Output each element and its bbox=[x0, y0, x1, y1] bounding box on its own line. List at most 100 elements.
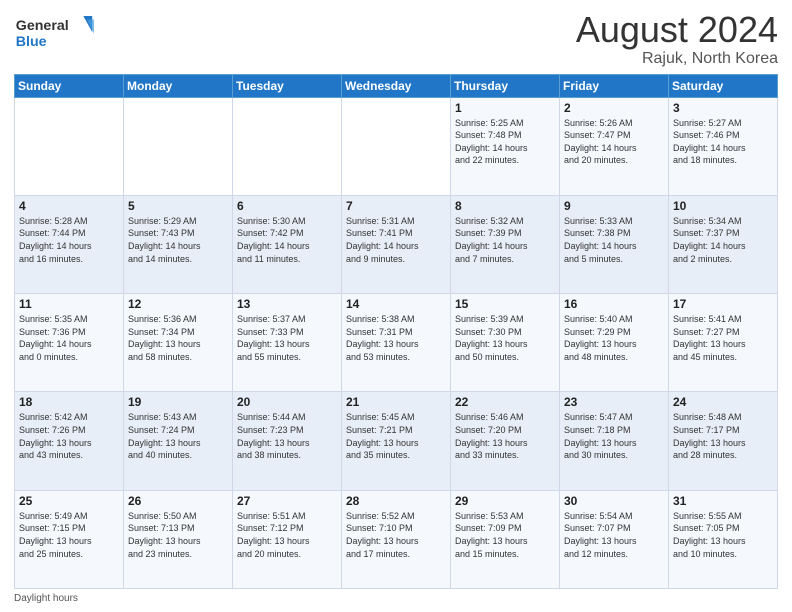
day-info: Sunrise: 5:32 AM Sunset: 7:39 PM Dayligh… bbox=[455, 215, 555, 265]
calendar-cell: 30 Sunrise: 5:54 AM Sunset: 7:07 PM Dayli… bbox=[560, 490, 669, 588]
day-number: 7 bbox=[346, 199, 446, 213]
calendar-header-tuesday: Tuesday bbox=[233, 74, 342, 97]
calendar-cell bbox=[124, 97, 233, 195]
calendar-cell: 16Sunrise: 5:40 AM Sunset: 7:29 PM Dayli… bbox=[560, 294, 669, 392]
day-info: Sunrise: 5:31 AM Sunset: 7:41 PM Dayligh… bbox=[346, 215, 446, 265]
sub-title: Rajuk, North Korea bbox=[576, 50, 778, 68]
day-number: 29 bbox=[455, 494, 555, 508]
calendar-cell bbox=[233, 97, 342, 195]
calendar-cell: 19Sunrise: 5:43 AM Sunset: 7:24 PM Dayli… bbox=[124, 392, 233, 490]
svg-text:General: General bbox=[16, 18, 69, 34]
calendar-week-5: 25 Sunrise: 5:49 AM Sunset: 7:15 PM Dayli… bbox=[15, 490, 778, 588]
day-number: 6 bbox=[237, 199, 337, 213]
calendar-header-saturday: Saturday bbox=[669, 74, 778, 97]
day-number: 18 bbox=[19, 395, 119, 409]
day-number: 31 bbox=[673, 494, 773, 508]
calendar-cell: 21 Sunrise: 5:45 AM Sunset: 7:21 PM Dayli… bbox=[342, 392, 451, 490]
day-info: Sunrise: 5:53 AM Sunset: 7:09 PM Dayligh… bbox=[455, 510, 555, 560]
day-number: 9 bbox=[564, 199, 664, 213]
day-info: Sunrise: 5:36 AM Sunset: 7:34 PM Dayligh… bbox=[128, 313, 228, 363]
day-number: 17 bbox=[673, 297, 773, 311]
calendar-cell: 18 Sunrise: 5:42 AM Sunset: 7:26 PM Dayli… bbox=[15, 392, 124, 490]
calendar-cell: 8 Sunrise: 5:32 AM Sunset: 7:39 PM Daylig… bbox=[451, 195, 560, 293]
day-number: 13 bbox=[237, 297, 337, 311]
calendar-cell: 14 Sunrise: 5:38 AM Sunset: 7:31 PM Dayli… bbox=[342, 294, 451, 392]
day-number: 4 bbox=[19, 199, 119, 213]
day-info: Sunrise: 5:35 AM Sunset: 7:36 PM Dayligh… bbox=[19, 313, 119, 363]
day-number: 21 bbox=[346, 395, 446, 409]
day-number: 5 bbox=[128, 199, 228, 213]
calendar-header-sunday: Sunday bbox=[15, 74, 124, 97]
calendar-cell: 13Sunrise: 5:37 AM Sunset: 7:33 PM Dayli… bbox=[233, 294, 342, 392]
calendar-cell: 3Sunrise: 5:27 AM Sunset: 7:46 PM Daylig… bbox=[669, 97, 778, 195]
calendar-header-monday: Monday bbox=[124, 74, 233, 97]
day-info: Sunrise: 5:26 AM Sunset: 7:47 PM Dayligh… bbox=[564, 117, 664, 167]
calendar-cell: 24 Sunrise: 5:48 AM Sunset: 7:17 PM Dayli… bbox=[669, 392, 778, 490]
day-number: 19 bbox=[128, 395, 228, 409]
svg-text:Blue: Blue bbox=[16, 34, 47, 50]
day-info: Sunrise: 5:28 AM Sunset: 7:44 PM Dayligh… bbox=[19, 215, 119, 265]
day-info: Sunrise: 5:52 AM Sunset: 7:10 PM Dayligh… bbox=[346, 510, 446, 560]
calendar-cell: 15 Sunrise: 5:39 AM Sunset: 7:30 PM Dayli… bbox=[451, 294, 560, 392]
header: General Blue August 2024 Rajuk, North Ko… bbox=[14, 10, 778, 68]
day-number: 23 bbox=[564, 395, 664, 409]
day-number: 30 bbox=[564, 494, 664, 508]
day-info: Sunrise: 5:41 AM Sunset: 7:27 PM Dayligh… bbox=[673, 313, 773, 363]
calendar-cell: 20Sunrise: 5:44 AM Sunset: 7:23 PM Dayli… bbox=[233, 392, 342, 490]
calendar-cell: 9 Sunrise: 5:33 AM Sunset: 7:38 PM Daylig… bbox=[560, 195, 669, 293]
day-info: Sunrise: 5:39 AM Sunset: 7:30 PM Dayligh… bbox=[455, 313, 555, 363]
day-info: Sunrise: 5:44 AM Sunset: 7:23 PM Dayligh… bbox=[237, 411, 337, 461]
day-info: Sunrise: 5:51 AM Sunset: 7:12 PM Dayligh… bbox=[237, 510, 337, 560]
calendar-header-friday: Friday bbox=[560, 74, 669, 97]
calendar-cell: 12 Sunrise: 5:36 AM Sunset: 7:34 PM Dayli… bbox=[124, 294, 233, 392]
day-info: Sunrise: 5:38 AM Sunset: 7:31 PM Dayligh… bbox=[346, 313, 446, 363]
day-number: 11 bbox=[19, 297, 119, 311]
day-info: Sunrise: 5:47 AM Sunset: 7:18 PM Dayligh… bbox=[564, 411, 664, 461]
day-number: 28 bbox=[346, 494, 446, 508]
generalblue-logo-icon: General Blue bbox=[14, 10, 94, 54]
calendar-cell: 2 Sunrise: 5:26 AM Sunset: 7:47 PM Daylig… bbox=[560, 97, 669, 195]
calendar-cell: 27 Sunrise: 5:51 AM Sunset: 7:12 PM Dayli… bbox=[233, 490, 342, 588]
calendar-cell: 17 Sunrise: 5:41 AM Sunset: 7:27 PM Dayli… bbox=[669, 294, 778, 392]
day-info: Sunrise: 5:42 AM Sunset: 7:26 PM Dayligh… bbox=[19, 411, 119, 461]
day-number: 26 bbox=[128, 494, 228, 508]
day-number: 14 bbox=[346, 297, 446, 311]
calendar-week-2: 4 Sunrise: 5:28 AM Sunset: 7:44 PM Daylig… bbox=[15, 195, 778, 293]
calendar-cell: 25 Sunrise: 5:49 AM Sunset: 7:15 PM Dayli… bbox=[15, 490, 124, 588]
day-info: Sunrise: 5:54 AM Sunset: 7:07 PM Dayligh… bbox=[564, 510, 664, 560]
calendar-cell: 26Sunrise: 5:50 AM Sunset: 7:13 PM Dayli… bbox=[124, 490, 233, 588]
main-title: August 2024 bbox=[576, 10, 778, 50]
title-block: August 2024 Rajuk, North Korea bbox=[576, 10, 778, 68]
footer-label: Daylight hours bbox=[14, 593, 78, 604]
calendar-week-1: 1Sunrise: 5:25 AM Sunset: 7:48 PM Daylig… bbox=[15, 97, 778, 195]
day-number: 16 bbox=[564, 297, 664, 311]
day-number: 22 bbox=[455, 395, 555, 409]
calendar-cell: 7 Sunrise: 5:31 AM Sunset: 7:41 PM Daylig… bbox=[342, 195, 451, 293]
day-number: 3 bbox=[673, 101, 773, 115]
day-info: Sunrise: 5:33 AM Sunset: 7:38 PM Dayligh… bbox=[564, 215, 664, 265]
day-info: Sunrise: 5:45 AM Sunset: 7:21 PM Dayligh… bbox=[346, 411, 446, 461]
calendar-cell: 4 Sunrise: 5:28 AM Sunset: 7:44 PM Daylig… bbox=[15, 195, 124, 293]
calendar-table: SundayMondayTuesdayWednesdayThursdayFrid… bbox=[14, 74, 778, 589]
calendar-header-wednesday: Wednesday bbox=[342, 74, 451, 97]
day-number: 8 bbox=[455, 199, 555, 213]
calendar-week-3: 11 Sunrise: 5:35 AM Sunset: 7:36 PM Dayli… bbox=[15, 294, 778, 392]
day-number: 12 bbox=[128, 297, 228, 311]
day-info: Sunrise: 5:49 AM Sunset: 7:15 PM Dayligh… bbox=[19, 510, 119, 560]
day-number: 27 bbox=[237, 494, 337, 508]
footer-note: Daylight hours bbox=[14, 593, 778, 604]
day-info: Sunrise: 5:48 AM Sunset: 7:17 PM Dayligh… bbox=[673, 411, 773, 461]
day-number: 25 bbox=[19, 494, 119, 508]
page: General Blue August 2024 Rajuk, North Ko… bbox=[0, 0, 792, 612]
day-number: 24 bbox=[673, 395, 773, 409]
day-info: Sunrise: 5:55 AM Sunset: 7:05 PM Dayligh… bbox=[673, 510, 773, 560]
day-number: 2 bbox=[564, 101, 664, 115]
calendar-week-4: 18 Sunrise: 5:42 AM Sunset: 7:26 PM Dayli… bbox=[15, 392, 778, 490]
day-number: 15 bbox=[455, 297, 555, 311]
calendar-cell: 23 Sunrise: 5:47 AM Sunset: 7:18 PM Dayli… bbox=[560, 392, 669, 490]
calendar-cell: 1Sunrise: 5:25 AM Sunset: 7:48 PM Daylig… bbox=[451, 97, 560, 195]
day-info: Sunrise: 5:30 AM Sunset: 7:42 PM Dayligh… bbox=[237, 215, 337, 265]
day-number: 1 bbox=[455, 101, 555, 115]
calendar-cell bbox=[342, 97, 451, 195]
calendar-cell: 31 Sunrise: 5:55 AM Sunset: 7:05 PM Dayli… bbox=[669, 490, 778, 588]
